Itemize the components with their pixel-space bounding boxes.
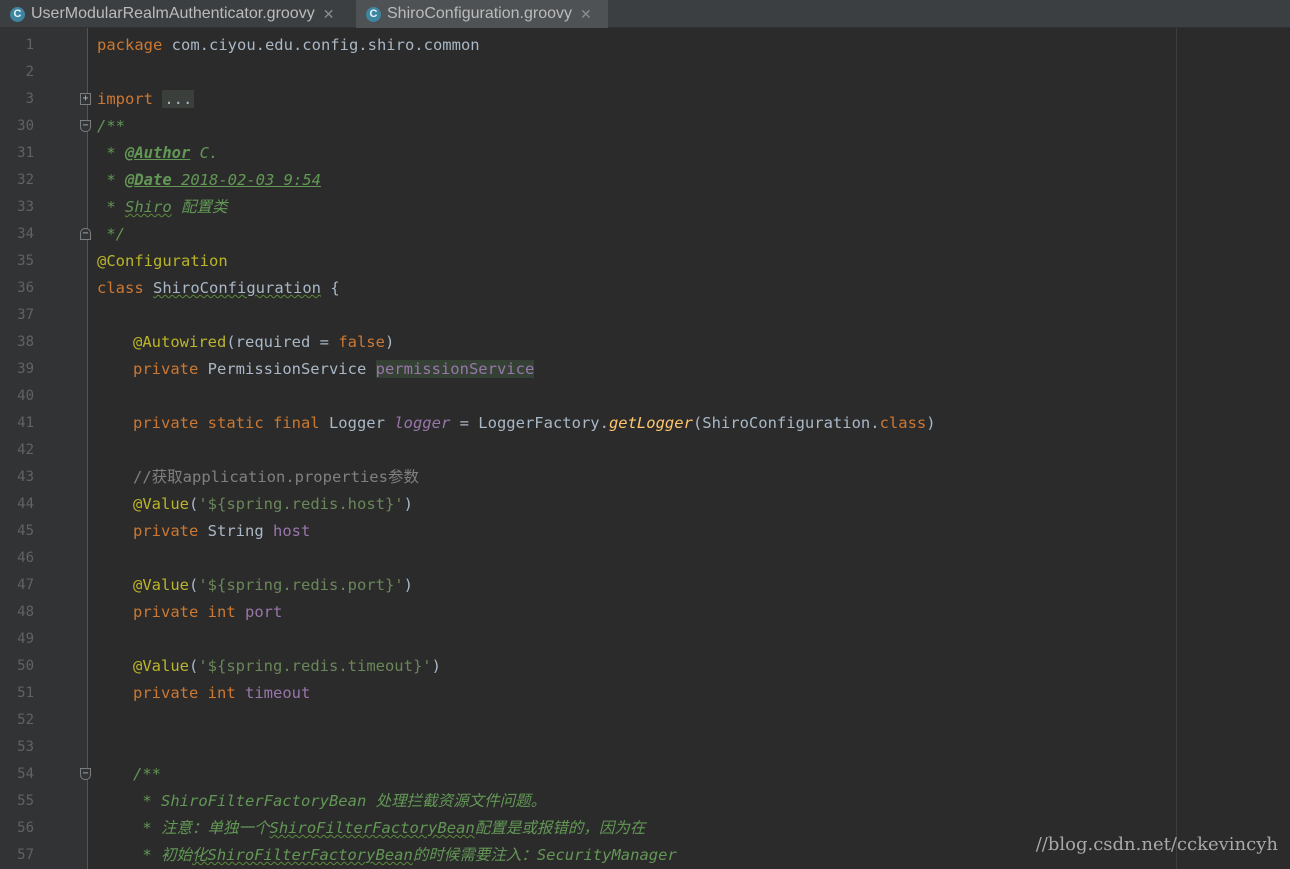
- code-line: 53: [0, 734, 1290, 761]
- code-line: 50 @Value('${spring.redis.timeout}'): [0, 653, 1290, 680]
- line-number: 45: [17, 523, 34, 539]
- line-number: 44: [17, 496, 34, 512]
- code-editor[interactable]: 1 package com.ciyou.edu.config.shiro.com…: [0, 28, 1290, 869]
- line-number: 48: [17, 604, 34, 620]
- code-line: 34 − */: [0, 221, 1290, 248]
- code-text: * @Date 2018-02-03 9:54: [97, 171, 321, 189]
- line-number: 54: [17, 766, 34, 782]
- code-line: 40: [0, 383, 1290, 410]
- line-number: 51: [17, 685, 34, 701]
- code-text: * ShiroFilterFactoryBean 处理拦截资源文件问题。: [133, 792, 547, 810]
- line-number: 3: [25, 91, 34, 107]
- line-number: 49: [17, 631, 34, 647]
- code-line: 51 private int timeout: [0, 680, 1290, 707]
- line-number: 50: [17, 658, 34, 674]
- line-number: 39: [17, 361, 34, 377]
- fold-collapse-icon[interactable]: −: [80, 120, 91, 132]
- code-line: 55 * ShiroFilterFactoryBean 处理拦截资源文件问题。: [0, 788, 1290, 815]
- code-line: 47 @Value('${spring.redis.port}'): [0, 572, 1290, 599]
- code-line: 48 private int port: [0, 599, 1290, 626]
- line-number: 57: [17, 847, 34, 863]
- line-number: 56: [17, 820, 34, 836]
- code-text: /**: [133, 765, 161, 783]
- code-text: private int port: [133, 603, 283, 621]
- tab-user-modular-realm-authenticator[interactable]: C UserModularRealmAuthenticator.groovy ✕: [0, 0, 355, 28]
- code-text: */: [97, 225, 125, 243]
- line-number: 53: [17, 739, 34, 755]
- code-line: 52: [0, 707, 1290, 734]
- code-text: class ShiroConfiguration {: [97, 279, 340, 297]
- tab-label: UserModularRealmAuthenticator.groovy: [31, 5, 315, 22]
- code-text: @Value('${spring.redis.port}'): [133, 576, 413, 594]
- tab-label: ShiroConfiguration.groovy: [387, 5, 572, 22]
- line-number: 35: [17, 253, 34, 269]
- code-text: //获取application.properties参数: [133, 468, 419, 486]
- line-number: 30: [17, 118, 34, 134]
- code-line: 42: [0, 437, 1290, 464]
- line-number: 47: [17, 577, 34, 593]
- code-line: 43 //获取application.properties参数: [0, 464, 1290, 491]
- fold-collapse-icon[interactable]: −: [80, 768, 91, 780]
- code-text: private String host: [133, 522, 311, 540]
- code-line: 45 private String host: [0, 518, 1290, 545]
- code-line: 35 @Configuration: [0, 248, 1290, 275]
- tab-shiro-configuration[interactable]: C ShiroConfiguration.groovy ✕: [356, 0, 608, 28]
- watermark: //blog.csdn.net/cckevincyh: [1035, 834, 1278, 855]
- line-number: 55: [17, 793, 34, 809]
- close-icon[interactable]: ✕: [323, 6, 335, 23]
- line-number: 42: [17, 442, 34, 458]
- line-number: 31: [17, 145, 34, 161]
- line-number: 43: [17, 469, 34, 485]
- code-line: 31 * @Author C.: [0, 140, 1290, 167]
- code-text: * @Author C.: [97, 144, 219, 162]
- groovy-class-icon: C: [366, 6, 381, 22]
- line-number: 1: [25, 37, 34, 53]
- line-number: 36: [17, 280, 34, 296]
- close-icon[interactable]: ✕: [580, 6, 592, 23]
- line-number: 33: [17, 199, 34, 215]
- code-line: 44 @Value('${spring.redis.host}'): [0, 491, 1290, 518]
- code-text: @Configuration: [97, 252, 228, 270]
- code-text: /**: [97, 117, 125, 135]
- code-text: @Value('${spring.redis.timeout}'): [133, 657, 441, 675]
- line-number: 2: [25, 64, 34, 80]
- code-text: @Value('${spring.redis.host}'): [133, 495, 413, 513]
- code-text: private static final Logger logger = Log…: [133, 414, 936, 432]
- code-text: * 注意：单独一个ShiroFilterFactoryBean配置是或报错的，因…: [133, 819, 646, 837]
- line-number: 38: [17, 334, 34, 350]
- folded-imports[interactable]: ...: [162, 90, 195, 108]
- line-number: 46: [17, 550, 34, 566]
- code-text: * Shiro 配置类: [97, 198, 228, 216]
- line-number: 34: [17, 226, 34, 242]
- code-line: 1 package com.ciyou.edu.config.shiro.com…: [0, 32, 1290, 59]
- code-line: 3 + import ...: [0, 86, 1290, 113]
- code-line: 30 − /**: [0, 113, 1290, 140]
- fold-expand-icon[interactable]: +: [80, 93, 91, 105]
- line-number: 37: [17, 307, 34, 323]
- code-text: private int timeout: [133, 684, 311, 702]
- code-line: 46: [0, 545, 1290, 572]
- code-text: * 初始化ShiroFilterFactoryBean的时候需要注入：Secur…: [133, 846, 677, 864]
- groovy-class-icon: C: [10, 6, 25, 22]
- editor-tab-bar: C UserModularRealmAuthenticator.groovy ✕…: [0, 0, 1290, 28]
- code-line: 33 * Shiro 配置类: [0, 194, 1290, 221]
- code-line: 36 class ShiroConfiguration {: [0, 275, 1290, 302]
- fold-collapse-icon[interactable]: −: [80, 228, 91, 240]
- code-text: import ...: [97, 90, 195, 108]
- code-text: @Autowired(required = false): [133, 333, 395, 351]
- code-line: 39 private PermissionService permissionS…: [0, 356, 1290, 383]
- code-line: 32 * @Date 2018-02-03 9:54: [0, 167, 1290, 194]
- line-number: 52: [17, 712, 34, 728]
- code-line: 49: [0, 626, 1290, 653]
- code-line: 2: [0, 59, 1290, 86]
- code-line: 41 private static final Logger logger = …: [0, 410, 1290, 437]
- code-line: 37: [0, 302, 1290, 329]
- line-number: 41: [17, 415, 34, 431]
- code-line: 38 @Autowired(required = false): [0, 329, 1290, 356]
- code-text: private PermissionService permissionServ…: [133, 360, 535, 378]
- line-number: 40: [17, 388, 34, 404]
- line-number: 32: [17, 172, 34, 188]
- code-line: 54 − /**: [0, 761, 1290, 788]
- code-text: package com.ciyou.edu.config.shiro.commo…: [97, 36, 480, 54]
